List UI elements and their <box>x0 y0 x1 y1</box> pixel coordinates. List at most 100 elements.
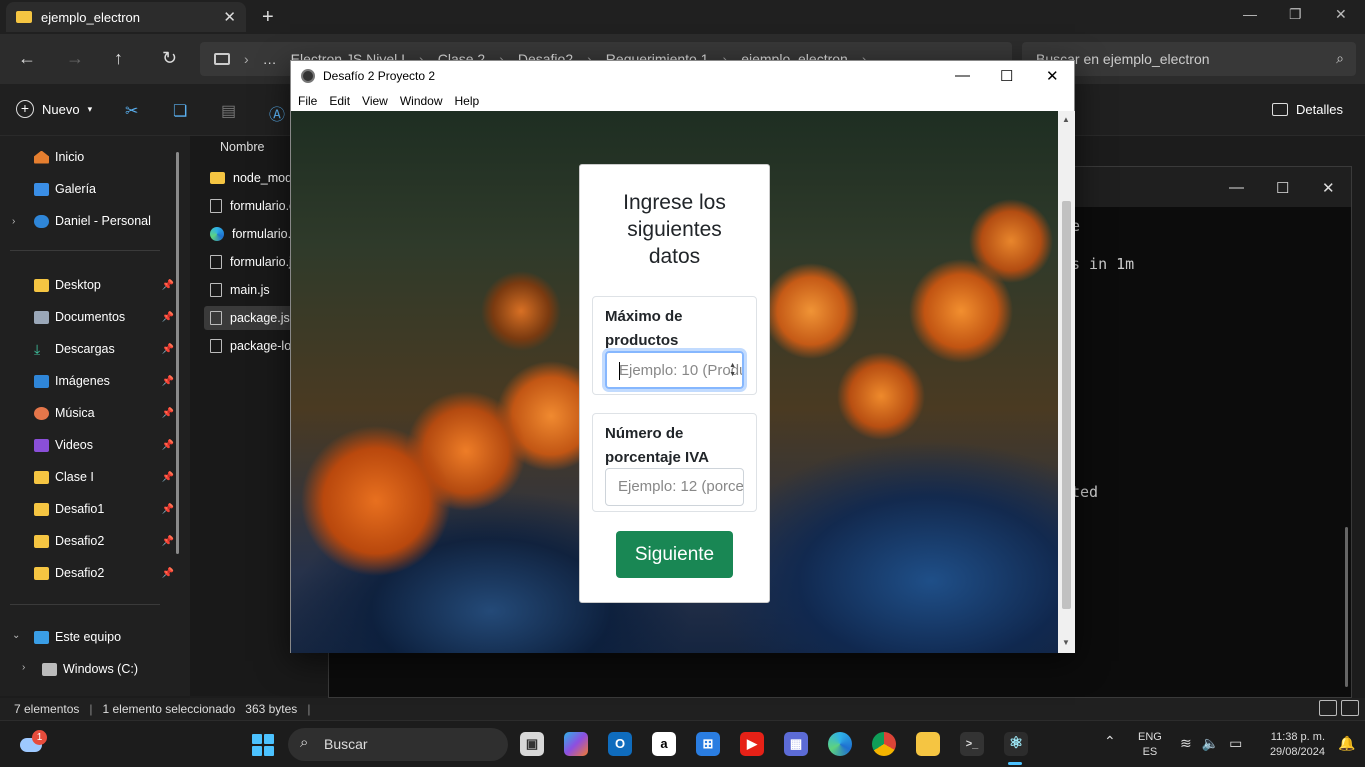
battery-icon[interactable]: ▭ <box>1229 735 1242 752</box>
css-file-icon <box>210 199 222 213</box>
task-view-icon[interactable]: ▣ <box>520 732 544 756</box>
search-icon: ⌕ <box>300 734 309 751</box>
close-tab-icon[interactable]: ✕ <box>223 8 236 26</box>
up-icon[interactable]: ↑ <box>114 48 123 69</box>
terminal-line: s in 1m <box>1071 255 1135 273</box>
cut-icon[interactable]: ✂ <box>125 101 138 121</box>
chevron-down-icon: ▾ <box>87 103 93 114</box>
scroll-down-icon[interactable]: ▼ <box>1062 638 1070 647</box>
explorer-tab-bar: ejemplo_electron ✕ + — ❐ ✕ <box>0 0 1365 34</box>
folder-icon <box>16 11 32 23</box>
amazon-icon[interactable]: a <box>652 732 676 756</box>
menu-view[interactable]: View <box>362 94 388 108</box>
siguiente-button[interactable]: Siguiente <box>616 531 733 578</box>
language-indicator[interactable]: ENG ES <box>1138 730 1162 760</box>
sidebar-item-desafio2[interactable]: Desafio2 📌 <box>34 566 174 580</box>
form-card: Ingrese los siguientes datos Máximo de p… <box>579 164 770 603</box>
copy-icon[interactable]: ❏ <box>173 101 187 121</box>
forward-icon[interactable]: → <box>66 48 84 69</box>
sidebar-item-desafio2[interactable]: Desafio2 📌 <box>34 534 174 548</box>
youtube-icon[interactable]: ▶ <box>740 732 764 756</box>
close-icon[interactable]: ✕ <box>1046 67 1059 85</box>
folder-icon <box>34 278 49 292</box>
electron-icon[interactable]: ⚛ <box>1004 732 1028 756</box>
sidebar-item-onedrive[interactable]: Daniel - Personal <box>34 214 174 228</box>
sidebar-item-clase-i[interactable]: Clase I 📌 <box>34 470 174 484</box>
sidebar-item-documentos[interactable]: Documentos 📌 <box>34 310 174 324</box>
new-tab-button[interactable]: + <box>262 6 274 29</box>
minimize-icon[interactable]: — <box>955 67 970 84</box>
restore-icon[interactable]: ❐ <box>1289 6 1302 23</box>
iva-input[interactable]: Ejemplo: 12 (porcentaje) <box>605 468 744 506</box>
scrollbar-thumb[interactable] <box>1062 201 1071 609</box>
weather-widget[interactable]: 1 <box>20 730 47 756</box>
details-button[interactable]: Detalles <box>1272 102 1343 117</box>
chevron-right-icon[interactable]: › <box>12 216 15 227</box>
sidebar-item-videos[interactable]: Videos 📌 <box>34 438 174 452</box>
file-explorer-icon[interactable] <box>916 732 940 756</box>
chrome-icon[interactable] <box>872 732 896 756</box>
electron-app-window: Desafío 2 Proyecto 2 — ☐ ✕ File Edit Vie… <box>290 60 1075 653</box>
pin-icon: 📌 <box>161 279 174 291</box>
sidebar-item-desafio1[interactable]: Desafio1 📌 <box>34 502 174 516</box>
volume-icon[interactable]: 🔈 <box>1202 735 1219 752</box>
plus-icon: + <box>16 100 34 118</box>
wifi-icon[interactable]: ≋ <box>1180 735 1192 752</box>
taskbar-search[interactable]: ⌕ Buscar <box>288 728 508 761</box>
close-icon[interactable]: ✕ <box>1322 179 1335 197</box>
sidebar-item-desktop[interactable]: Desktop 📌 <box>34 278 174 292</box>
electron-logo-icon <box>301 69 315 83</box>
edge-icon[interactable] <box>828 732 852 756</box>
sidebar-item-windows-c[interactable]: Windows (C:) <box>42 662 182 676</box>
sidebar-item-musica[interactable]: Música 📌 <box>34 406 174 420</box>
refresh-icon[interactable]: ↻ <box>162 48 177 69</box>
search-icon: ⌕ <box>1336 50 1344 66</box>
menu-window[interactable]: Window <box>400 94 443 108</box>
sidebar-scrollbar[interactable] <box>176 152 179 554</box>
paste-icon[interactable]: ▤ <box>221 101 236 121</box>
terminal-scrollbar[interactable] <box>1345 527 1348 687</box>
calculator-icon[interactable]: ▦ <box>784 732 808 756</box>
drive-icon <box>42 662 57 676</box>
details-view-button[interactable] <box>1319 700 1337 716</box>
tiles-view-button[interactable] <box>1341 700 1359 716</box>
close-window-icon[interactable]: ✕ <box>1335 6 1347 23</box>
menu-file[interactable]: File <box>298 94 317 108</box>
sidebar-item-descargas[interactable]: ⤓ Descargas 📌 <box>34 342 174 357</box>
back-icon[interactable]: ← <box>18 48 36 69</box>
tray-chevron-up-icon[interactable]: ⌃ <box>1104 733 1116 750</box>
minimize-icon[interactable]: — <box>1229 179 1244 196</box>
notification-bell-icon[interactable]: 🔔 <box>1338 735 1355 752</box>
maximize-icon[interactable]: ☐ <box>1276 179 1289 197</box>
folder-icon <box>34 470 49 484</box>
chevron-down-icon[interactable]: ⌄ <box>12 630 20 641</box>
rename-icon[interactable]: Ⓐ <box>269 101 285 125</box>
documents-icon <box>34 310 49 324</box>
number-spinner-icon[interactable]: ▲ ▼ <box>729 361 736 379</box>
sidebar-item-galeria[interactable]: Galería <box>34 182 174 196</box>
clock[interactable]: 11:38 p. m. 29/08/2024 <box>1255 730 1325 760</box>
menu-edit[interactable]: Edit <box>329 94 350 108</box>
maximize-icon[interactable]: ☐ <box>1000 67 1013 85</box>
outlook-icon[interactable]: O <box>608 732 632 756</box>
pin-icon: 📌 <box>161 375 174 387</box>
copilot-icon[interactable] <box>564 732 588 756</box>
column-header-name[interactable]: Nombre <box>220 140 264 154</box>
menu-help[interactable]: Help <box>455 94 480 108</box>
home-icon <box>34 150 49 164</box>
new-button[interactable]: + Nuevo ▾ <box>16 100 92 118</box>
windows-start-icon[interactable] <box>252 734 274 756</box>
app-menu-bar: File Edit View Window Help <box>291 91 1074 111</box>
minimize-icon[interactable]: — <box>1243 6 1257 22</box>
store-icon[interactable]: ⊞ <box>696 732 720 756</box>
scroll-up-icon[interactable]: ▲ <box>1062 115 1070 124</box>
sidebar-item-inicio[interactable]: Inicio <box>34 150 174 164</box>
terminal-icon[interactable]: >_ <box>960 732 984 756</box>
explorer-tab[interactable]: ejemplo_electron ✕ <box>6 2 246 32</box>
folder-icon <box>34 534 49 548</box>
chevron-right-icon[interactable]: › <box>22 662 25 673</box>
app-scrollbar[interactable]: ▲ ▼ <box>1058 111 1075 653</box>
sidebar-item-imagenes[interactable]: Imágenes 📌 <box>34 374 174 388</box>
max-products-input[interactable]: Ejemplo: 10 (Productos) ▲▼ <box>605 351 744 389</box>
sidebar-item-este-equipo[interactable]: Este equipo <box>34 630 174 644</box>
